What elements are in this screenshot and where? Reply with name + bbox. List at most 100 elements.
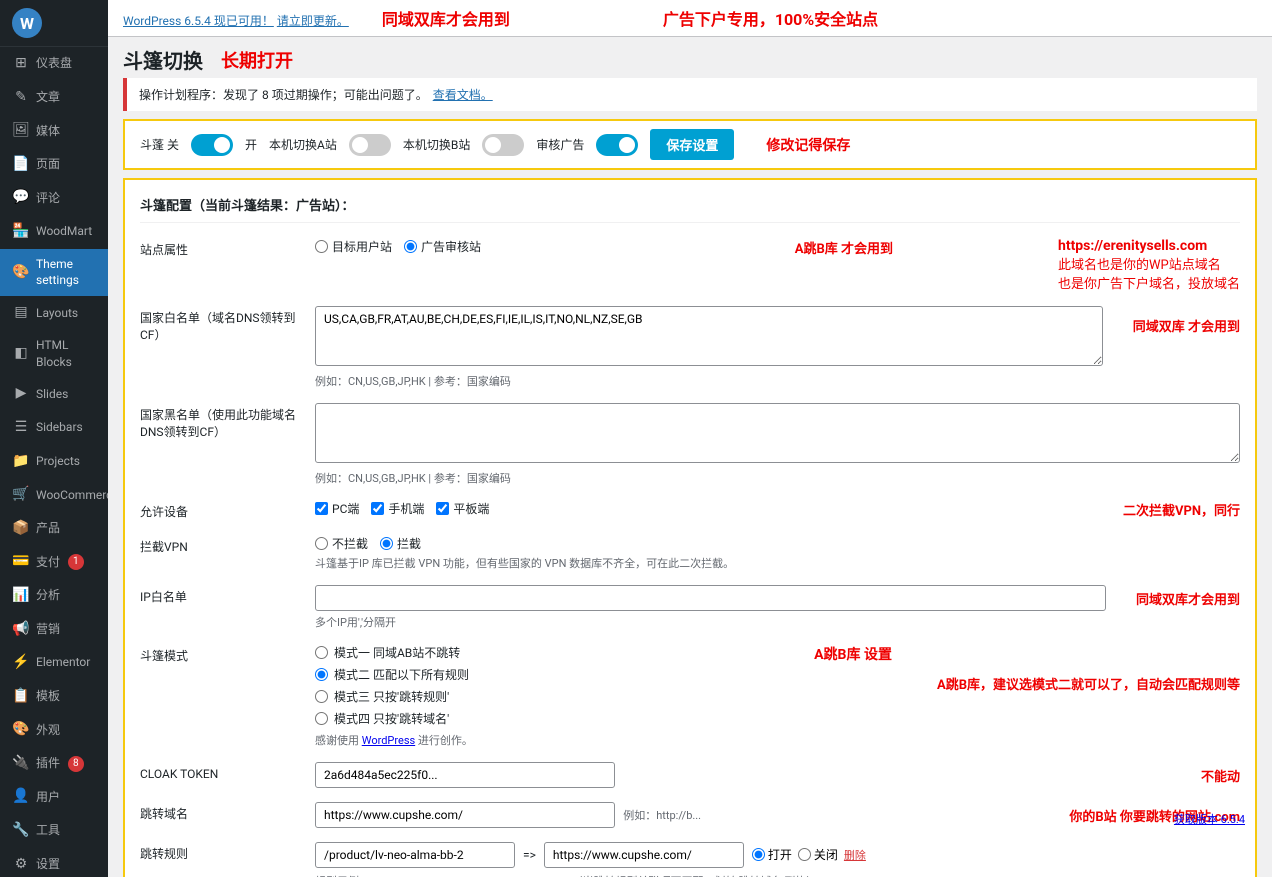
site-attr-ad-radio[interactable]: 广告审核站: [404, 238, 481, 255]
sidebar: W ⊞ 仪表盘 ✎ 文章 🖼 媒体 📄 页面 💬 评论 🏪 WoodMart 🎨…: [0, 0, 108, 877]
jump-domain-input[interactable]: [315, 802, 615, 828]
sidebar-item-slides[interactable]: ▶ Slides: [0, 377, 108, 411]
notice-bar: 操作计划程序：发现了 8 项过期操作；可能出问题了。 查看文档。: [123, 78, 1257, 111]
country-white-label: 国家白名单（域名DNS领转到CF）: [140, 306, 300, 344]
secondary-block-vpn-annotation: 二次拦截VPN，同行: [1123, 500, 1240, 519]
block-vpn-note: 斗篷基于IP 库已拦截 VPN 功能，但有些国家的 VPN 数据库不齐全，可在此…: [315, 555, 1240, 571]
local-switch-a-label: 本机切换A站: [269, 136, 337, 153]
sidebar-item-posts[interactable]: ✎ 文章: [0, 81, 108, 115]
device-tablet-checkbox[interactable]: 平板端: [436, 500, 489, 517]
sidebar-item-marketing[interactable]: 📢 营销: [0, 613, 108, 647]
content-area: 斗篷配置（当前斗篷结果：广告站）： 站点属性 目标用户站 广告审核站 A跳B库 …: [123, 178, 1257, 877]
no-block-vpn-radio[interactable]: 不拦截: [315, 535, 368, 552]
mode-2-radio[interactable]: 模式二 匹配以下所有规则: [315, 666, 779, 683]
review-ad-label: 审核广告: [536, 136, 584, 153]
products-icon: 📦: [12, 519, 30, 539]
theme-settings-icon: 🎨: [12, 263, 30, 283]
notice-text: 操作计划程序：发现了 8 项过期操作；可能出问题了。: [139, 86, 428, 103]
site-attr-target-radio[interactable]: 目标用户站: [315, 238, 392, 255]
sidebar-item-sidebars[interactable]: ☰ Sidebars: [0, 411, 108, 445]
sidebar-item-users[interactable]: 👤 用户: [0, 780, 108, 814]
block-vpn-radio[interactable]: 拦截: [380, 535, 421, 552]
sidebar-item-comments[interactable]: 💬 评论: [0, 181, 108, 215]
a-jump-b-setting-annotation: A跳B库 设置: [814, 647, 892, 663]
payment-icon: 💳: [12, 552, 30, 572]
country-white-textarea[interactable]: US,CA,GB,FR,AT,AU,BE,CH,DE,ES,FI,IE,IL,I…: [315, 306, 1103, 366]
sidebar-item-theme-settings[interactable]: 🎨 Theme settings: [0, 249, 108, 297]
allow-device-control: PC端 手机端 平板端: [315, 500, 1088, 517]
sidebar-item-settings[interactable]: ⚙ 设置: [0, 848, 108, 877]
sidebar-item-html-blocks[interactable]: ◧ HTML Blocks: [0, 330, 108, 378]
local-b-toggle[interactable]: [482, 134, 524, 156]
sidebar-item-tools[interactable]: 🔧 工具: [0, 814, 108, 848]
block-vpn-row: 拦截VPN 不拦截 拦截 斗篷基于IP 库已拦截 VPN 功能，但有些国家的 V…: [140, 535, 1240, 571]
sidebar-item-products[interactable]: 📦 产品: [0, 512, 108, 546]
mode-row: 斗篷模式 模式一 同域AB站不跳转 模式二 匹配以下所有规则 模式三 只按'跳转…: [140, 644, 1240, 748]
doupeng-off-label: 斗蓬 关: [140, 136, 179, 153]
sidebar-item-layouts[interactable]: ▤ Layouts: [0, 296, 108, 330]
mode-1-radio[interactable]: 模式一 同域AB站不跳转: [315, 644, 779, 661]
jump-rule-close-radio[interactable]: 关闭: [798, 846, 838, 863]
sidebar-item-templates[interactable]: 📋 模板: [0, 680, 108, 714]
mode-3-radio[interactable]: 模式三 只按'跳转规则': [315, 688, 779, 705]
layouts-icon: ▤: [12, 303, 30, 323]
jump-rule-delete-link[interactable]: 删除: [844, 847, 866, 863]
sidebar-item-dashboard[interactable]: ⊞ 仪表盘: [0, 47, 108, 81]
version-link[interactable]: 获取版本 6.5.4: [1174, 813, 1245, 826]
posts-icon: ✎: [12, 88, 30, 108]
doupeng-toggle[interactable]: [191, 134, 233, 156]
sidebar-item-appearance[interactable]: 🎨 外观: [0, 713, 108, 747]
update-now-link[interactable]: 请立即更新。: [277, 14, 349, 28]
notice-link[interactable]: 查看文档。: [433, 86, 493, 103]
ad-special-annotation: 广告下户专用，100%安全站点: [663, 10, 878, 29]
review-ad-toggle[interactable]: [596, 134, 638, 156]
cloak-token-control: [315, 762, 1171, 788]
block-vpn-label: 拦截VPN: [140, 535, 300, 556]
sidebar-item-woodmart[interactable]: 🏪 WoodMart: [0, 215, 108, 249]
ip-white-label: IP白名单: [140, 585, 300, 606]
sidebar-item-projects[interactable]: 📁 Projects: [0, 445, 108, 479]
pages-icon: 📄: [12, 155, 30, 175]
sidebar-item-woocommerce[interactable]: 🛒 WooCommerce: [0, 478, 108, 512]
update-link[interactable]: WordPress 6.5.4 现已可用！: [123, 14, 274, 28]
country-white-control: US,CA,GB,FR,AT,AU,BE,CH,DE,ES,FI,IE,IL,I…: [315, 306, 1103, 389]
jump-rule-open-radio[interactable]: 打开: [752, 846, 792, 863]
jump-rule-label: 跳转规则: [140, 842, 300, 863]
templates-icon: 📋: [12, 687, 30, 707]
jump-rule-to-input[interactable]: [544, 842, 744, 868]
sidebar-item-media[interactable]: 🖼 媒体: [0, 114, 108, 148]
country-black-textarea[interactable]: [315, 403, 1240, 463]
save-settings-button[interactable]: 保存设置: [650, 129, 734, 160]
local-a-toggle[interactable]: [349, 134, 391, 156]
device-pc-checkbox[interactable]: PC端: [315, 500, 359, 517]
same-domain-dual-db-annotation: 同域双库 才会用到: [1133, 316, 1240, 335]
users-icon: 👤: [12, 787, 30, 807]
jump-rule-row-wrapper: 跳转规则 => 打开 关闭 删除 规则: [140, 842, 1240, 877]
ip-white-row: IP白名单 多个IP用','分隔开 同域双库才会用到: [140, 585, 1240, 630]
wordpress-link[interactable]: WordPress: [362, 734, 415, 747]
domain-url-annotation: https://erenitysells.com: [1058, 238, 1240, 254]
projects-icon: 📁: [12, 452, 30, 472]
jump-rule-hint: 规则示例：/product/p1 => https://b.com/produc…: [315, 873, 1240, 877]
sidebar-item-payment[interactable]: 💳 支付 1: [0, 545, 108, 579]
sidebar-item-elementor[interactable]: ⚡ Elementor: [0, 646, 108, 680]
device-mobile-checkbox[interactable]: 手机端: [371, 500, 424, 517]
main-content: WordPress 6.5.4 现已可用！ 请立即更新。 同域双库才会用到 广告…: [108, 0, 1272, 877]
sidebar-item-pages[interactable]: 📄 页面: [0, 148, 108, 182]
mode-4-radio[interactable]: 模式四 只按'跳转域名': [315, 710, 779, 727]
site-attr-control: 目标用户站 广告审核站: [315, 238, 760, 255]
ip-white-input[interactable]: [315, 585, 1106, 611]
sidebar-item-analytics[interactable]: 📊 分析: [0, 579, 108, 613]
domain-note2-annotation: 也是你广告下户域名，投放域名: [1058, 273, 1240, 292]
mode-label: 斗篷模式: [140, 644, 300, 665]
block-vpn-control: 不拦截 拦截 斗篷基于IP 库已拦截 VPN 功能，但有些国家的 VPN 数据库…: [315, 535, 1240, 571]
jump-rule-control: => 打开 关闭 删除 规则示例：/product/p1 => https://…: [315, 842, 1240, 877]
sidebar-item-plugins[interactable]: 🔌 插件 8: [0, 747, 108, 781]
analytics-icon: 📊: [12, 586, 30, 606]
cloak-token-input[interactable]: [315, 762, 615, 788]
cant-move-annotation: 不能动: [1201, 766, 1240, 785]
media-icon: 🖼: [12, 121, 30, 141]
country-black-label: 国家黑名单（使用此功能域名DNS领转到CF）: [140, 403, 300, 441]
jump-rule-from-input[interactable]: [315, 842, 515, 868]
domain-note1-annotation: 此域名也是你的WP站点域名: [1058, 254, 1240, 273]
